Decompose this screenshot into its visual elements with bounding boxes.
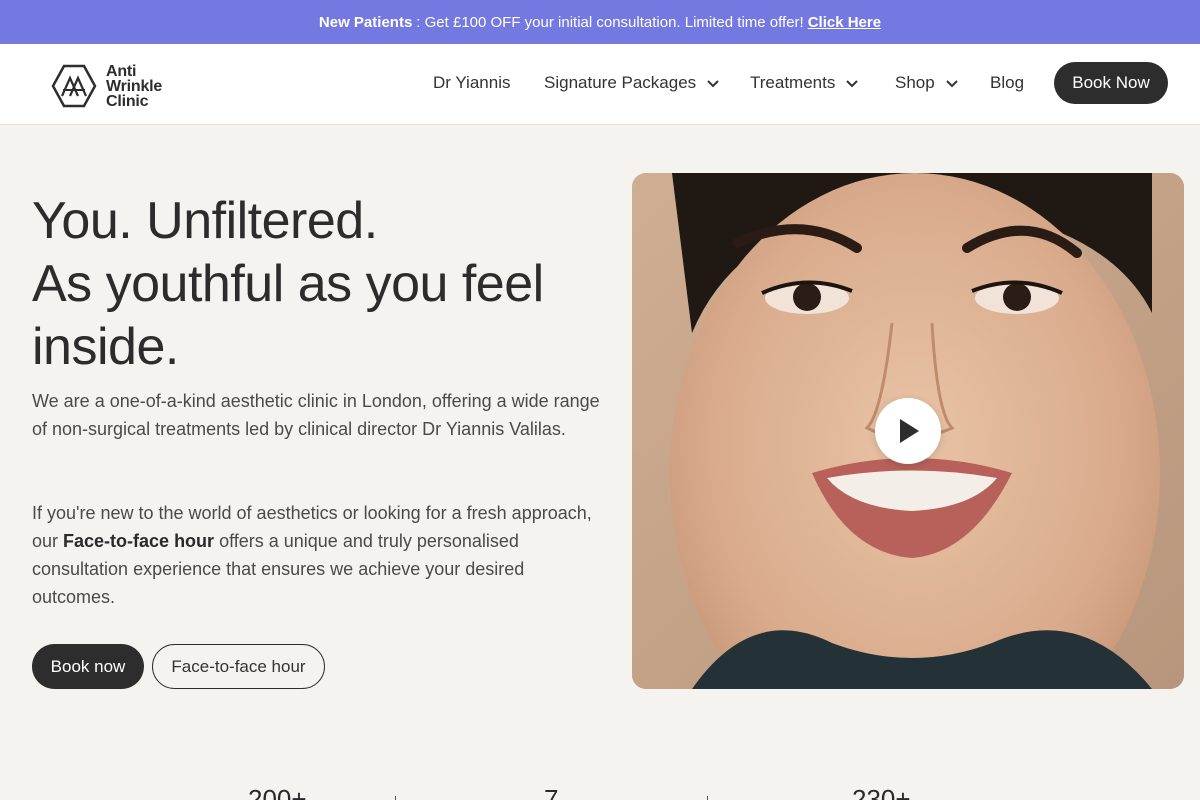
stat-divider	[707, 796, 708, 800]
nav-item-treatments[interactable]: Treatments	[750, 62, 859, 104]
play-icon	[900, 419, 919, 443]
nav-item-label: Shop	[895, 73, 935, 92]
chevron-down-icon	[945, 80, 958, 88]
description-highlight: Face-to-face hour	[63, 531, 215, 551]
promo-link[interactable]: Click Here	[808, 14, 881, 31]
hero-title-line-3: inside.	[32, 318, 179, 376]
nav-item-label: Signature Packages	[544, 73, 697, 92]
hero-title-line-1: You. Unfiltered.	[32, 192, 378, 250]
nav-item-dr-yiannis[interactable]: Dr Yiannis	[433, 62, 510, 104]
nav-item-signature-packages[interactable]: Signature Packages	[544, 62, 720, 104]
stat-value: 200+	[248, 784, 307, 800]
nav-item-label: Treatments	[750, 73, 836, 92]
site-header: Anti Wrinkle Clinic Dr Yiannis Signature…	[0, 44, 1200, 125]
nav-item-blog[interactable]: Blog	[990, 62, 1024, 104]
chevron-down-icon	[707, 80, 719, 88]
hero-description: If you're new to the world of aesthetics…	[32, 499, 602, 611]
stat-value: 230+	[852, 784, 911, 800]
nav-item-label: Blog	[990, 73, 1025, 92]
face-to-face-hour-cta[interactable]: Face-to-face hour	[152, 644, 325, 689]
book-now-button[interactable]: Book Now	[1054, 62, 1168, 104]
nav-item-label: Dr Yiannis	[433, 73, 511, 92]
promo-lead: New Patients	[318, 13, 413, 31]
chevron-down-icon	[846, 80, 859, 88]
book-now-cta[interactable]: Book now	[32, 644, 144, 689]
main-nav: Dr Yiannis Signature Packages Treatments…	[0, 62, 1200, 104]
hero-intro: We are a one-of-a-kind aesthetic clinic …	[32, 391, 600, 439]
nav-item-shop[interactable]: Shop	[895, 62, 959, 104]
hero-title: You. Unfiltered. As youthful as you feel…	[32, 190, 622, 379]
hero-video[interactable]	[632, 173, 1184, 689]
stat-value: 7	[544, 784, 559, 800]
stats-row: 200+ 7 230+	[0, 780, 1200, 800]
play-button[interactable]	[875, 398, 941, 464]
promo-text: : Get £100 OFF your initial consultation…	[416, 13, 804, 31]
hero-title-line-2: As youthful as you feel	[32, 255, 544, 313]
promo-banner: New Patients: Get £100 OFF your initial …	[0, 0, 1200, 44]
stat-divider	[395, 796, 396, 800]
